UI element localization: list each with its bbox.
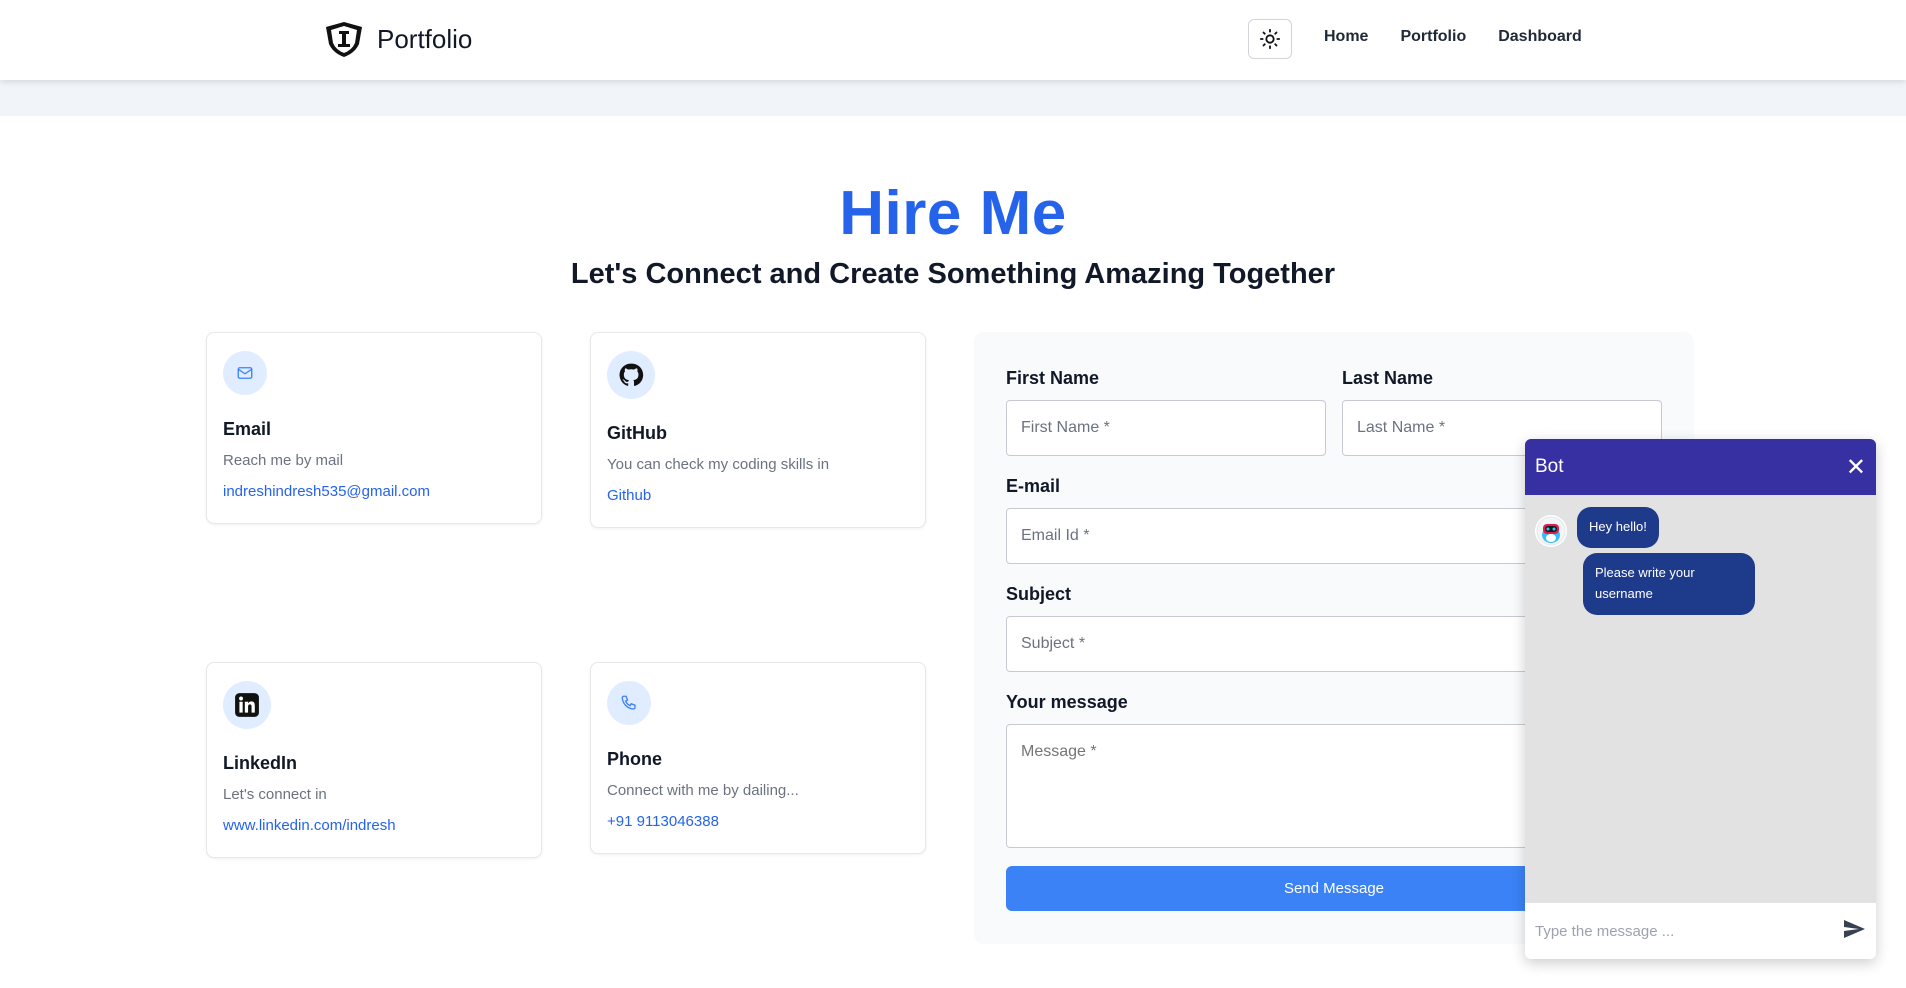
github-icon bbox=[607, 351, 655, 399]
bot-message-input[interactable] bbox=[1535, 922, 1842, 940]
brand-name: Portfolio bbox=[377, 23, 473, 54]
send-icon[interactable] bbox=[1842, 917, 1866, 946]
first-name-input[interactable] bbox=[1006, 400, 1326, 456]
theme-toggle-button[interactable] bbox=[1248, 19, 1292, 59]
navbar: Portfolio Home Portfolio Dashboard bbox=[0, 0, 1906, 80]
nav-dashboard[interactable]: Dashboard bbox=[1498, 28, 1582, 46]
card-desc: Let's connect in bbox=[223, 786, 327, 803]
card-title: GitHub bbox=[607, 423, 667, 443]
card-desc: Reach me by mail bbox=[223, 452, 344, 469]
card-title: Phone bbox=[607, 749, 663, 769]
message-label: Your message bbox=[1006, 692, 1128, 712]
first-name-label: First Name bbox=[1006, 368, 1100, 388]
page-title: Hire Me bbox=[839, 179, 1067, 248]
bot-title: Bot bbox=[1535, 456, 1564, 477]
card-desc: You can check my coding skills in bbox=[607, 456, 830, 473]
bot-header: Bot ✕ bbox=[1525, 439, 1876, 495]
nav-portfolio[interactable]: Portfolio bbox=[1400, 28, 1466, 46]
robot-avatar-icon bbox=[1535, 515, 1567, 547]
nav-links: Home Portfolio Dashboard bbox=[1324, 28, 1582, 46]
bot-message-bubble: Please write your username bbox=[1583, 553, 1755, 615]
mail-icon bbox=[223, 351, 267, 395]
email-card: Email Reach me by mail indreshindresh535… bbox=[206, 332, 542, 524]
phone-icon bbox=[607, 681, 651, 725]
brand[interactable]: Portfolio bbox=[323, 20, 472, 58]
subject-label: Subject bbox=[1006, 584, 1072, 604]
nav-home[interactable]: Home bbox=[1324, 28, 1368, 46]
phone-link[interactable]: +91 9113046388 bbox=[607, 813, 909, 830]
header-band bbox=[0, 80, 1906, 116]
shield-logo-icon bbox=[323, 20, 365, 58]
page-subtitle: Let's Connect and Create Something Amazi… bbox=[570, 258, 1336, 290]
sun-icon bbox=[1259, 28, 1281, 50]
last-name-label: Last Name bbox=[1342, 368, 1434, 388]
linkedin-card: LinkedIn Let's connect in www.linkedin.c… bbox=[206, 662, 542, 858]
email-link[interactable]: indreshindresh535@gmail.com bbox=[223, 483, 525, 500]
email-label: E-mail bbox=[1006, 476, 1061, 496]
card-desc: Connect with me by dailing... bbox=[607, 782, 799, 799]
bot-message-bubble: Hey hello! bbox=[1577, 507, 1659, 548]
bot-input-bar bbox=[1525, 903, 1876, 959]
card-title: Email bbox=[223, 419, 272, 439]
close-icon[interactable]: ✕ bbox=[1846, 453, 1866, 482]
phone-card: Phone Connect with me by dailing... +91 … bbox=[590, 662, 926, 854]
linkedin-link[interactable]: www.linkedin.com/indresh bbox=[223, 817, 525, 834]
chat-bot-widget: Bot ✕ Hey hello! Please write your usern… bbox=[1525, 439, 1876, 959]
card-title: LinkedIn bbox=[223, 753, 298, 773]
github-link[interactable]: Github bbox=[607, 487, 909, 504]
linkedin-icon bbox=[223, 681, 271, 729]
github-card: GitHub You can check my coding skills in… bbox=[590, 332, 926, 528]
